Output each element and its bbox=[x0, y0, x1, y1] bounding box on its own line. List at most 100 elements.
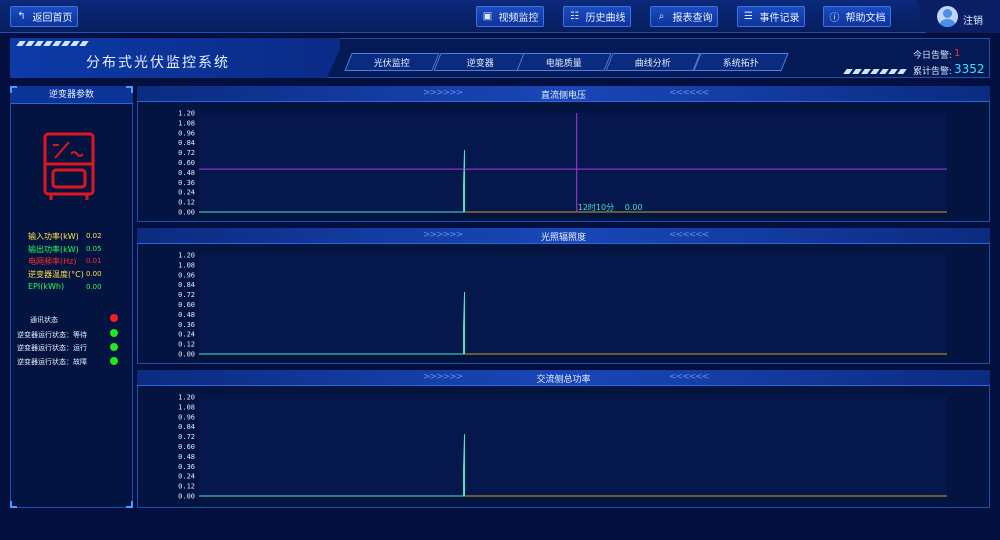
video-icon: ▣ bbox=[482, 11, 493, 22]
output-power-label: 输出功率(kW) bbox=[28, 245, 79, 254]
back-home-button[interactable]: ↰ 返回首页 bbox=[10, 6, 78, 27]
tab-power-quality[interactable]: 电能质量 bbox=[516, 53, 612, 71]
y-tick-label: 1.08 bbox=[178, 261, 195, 269]
plot-area bbox=[199, 397, 947, 496]
tab-pv-monitor[interactable]: 光伏监控 bbox=[344, 53, 440, 71]
alarm-total-label: 累计告警: bbox=[913, 67, 953, 77]
y-tick-label: 0.84 bbox=[178, 281, 195, 289]
back-arrow-icon: ↰ bbox=[17, 11, 26, 22]
inverter-param-title: 逆变器参数 bbox=[10, 86, 133, 104]
grid-frequency-label: 电网频率(Hz) bbox=[28, 257, 77, 266]
dc-voltage-chart[interactable]: 1.201.08 0.96 0.84 0.72 0.60 0.48 0.36 0.24 0.12… bbox=[137, 104, 990, 219]
corner-decor bbox=[10, 86, 17, 93]
grid-frequency-value: 0.01 bbox=[86, 257, 102, 265]
system-title: 分布式光伏监控系统 bbox=[86, 55, 230, 71]
output-power-value: 0.05 bbox=[86, 245, 102, 253]
inverter-temp-label: 逆变器温度(°C) bbox=[28, 270, 84, 279]
y-tick-label: 0.24 bbox=[178, 189, 195, 197]
y-tick-label: 0.24 bbox=[178, 473, 195, 481]
tab-curve-analysis[interactable]: 曲线分析 bbox=[605, 53, 701, 71]
run-status-fault-label: 逆变器运行状态：故障 bbox=[17, 358, 87, 366]
y-tick-label: 0.96 bbox=[178, 129, 195, 137]
y-tick-label: 0.48 bbox=[178, 311, 195, 319]
help-doc-button[interactable]: ⓘ 帮助文档 bbox=[823, 6, 891, 27]
plot-area bbox=[199, 113, 947, 212]
irradiance-chart[interactable]: 1.201.08 0.96 0.84 0.72 0.60 0.48 0.36 0.24 0.12… bbox=[137, 246, 990, 361]
y-tick-label: 0.36 bbox=[178, 463, 195, 471]
comm-status-indicator bbox=[110, 314, 118, 322]
search-icon: ⌕ bbox=[658, 11, 665, 22]
y-tick-label: 0.84 bbox=[178, 139, 195, 147]
y-tick-label: 0.72 bbox=[178, 149, 195, 157]
y-tick-label: 0.00 bbox=[178, 493, 195, 501]
y-tick-label: 0.84 bbox=[178, 423, 195, 431]
y-tick-label: 0.36 bbox=[178, 321, 195, 329]
y-tick-label: 0.60 bbox=[178, 301, 195, 309]
y-tick-label: 0.60 bbox=[178, 159, 195, 167]
event-log-button[interactable]: ☰ 事件记录 bbox=[737, 6, 805, 27]
y-tick-label: 0.12 bbox=[178, 341, 195, 349]
irradiance-header: >>>>>> 光照辐照度 <<<<<< bbox=[137, 228, 990, 244]
ac-power-chart[interactable]: 1.201.08 0.96 0.84 0.72 0.60 0.48 0.36 0.24 0.12… bbox=[137, 388, 990, 503]
logout-link[interactable]: 注销 bbox=[963, 12, 983, 27]
left-arrows-icon: <<<<<< bbox=[669, 88, 709, 98]
y-tick-label: 0.96 bbox=[178, 271, 195, 279]
tab-inverter[interactable]: 逆变器 bbox=[433, 53, 529, 71]
y-tick-label: 1.20 bbox=[178, 110, 195, 118]
alarm-total-value: 3352 bbox=[954, 62, 985, 76]
ac-power-title: 交流侧总功率 bbox=[536, 375, 591, 385]
avatar[interactable] bbox=[937, 6, 958, 27]
history-curve-button[interactable]: ☷ 历史曲线 bbox=[563, 6, 631, 27]
left-arrows-icon: <<<<<< bbox=[669, 372, 709, 382]
tab-system-topology[interactable]: 系统拓扑 bbox=[693, 53, 789, 71]
y-tick-label: 0.00 bbox=[178, 209, 195, 217]
chart-icon: ☷ bbox=[570, 11, 579, 22]
alarm-today-label: 今日告警: bbox=[913, 51, 953, 61]
y-tick-label: 0.48 bbox=[178, 169, 195, 177]
y-tick-label: 1.20 bbox=[178, 394, 195, 402]
decor-stripes-right bbox=[843, 69, 907, 74]
comm-status-label: 通讯状态 bbox=[30, 316, 58, 324]
dc-voltage-header: >>>>>> 直流侧电压 <<<<<< bbox=[137, 86, 990, 102]
run-status-fault-indicator bbox=[110, 357, 118, 365]
corner-decor bbox=[126, 501, 133, 508]
cursor-value-label: 0.00 bbox=[625, 203, 643, 212]
run-status-run-indicator bbox=[110, 343, 118, 351]
alarm-today-value: 1 bbox=[954, 48, 961, 59]
inverter-temp-value: 0.00 bbox=[86, 270, 102, 278]
left-arrows-icon: <<<<<< bbox=[669, 230, 709, 240]
epi-label: EPI(kWh) bbox=[28, 282, 65, 291]
y-tick-label: 1.20 bbox=[178, 252, 195, 260]
y-tick-label: 0.12 bbox=[178, 483, 195, 491]
input-power-value: 0.02 bbox=[86, 232, 102, 240]
corner-decor bbox=[126, 86, 133, 93]
document-icon: ☰ bbox=[744, 11, 753, 22]
y-tick-label: 0.48 bbox=[178, 453, 195, 461]
corner-decor bbox=[10, 501, 17, 508]
run-status-wait-indicator bbox=[110, 329, 118, 337]
report-query-button[interactable]: ⌕ 报表查询 bbox=[650, 6, 718, 27]
irradiance-title: 光照辐照度 bbox=[540, 233, 586, 243]
cursor-time-label: 12时10分 bbox=[578, 202, 614, 212]
y-tick-label: 0.96 bbox=[178, 413, 195, 421]
y-tick-label: 0.60 bbox=[178, 443, 195, 451]
help-icon: ⓘ bbox=[829, 13, 840, 24]
ac-power-header: >>>>>> 交流侧总功率 <<<<<< bbox=[137, 370, 990, 386]
input-power-label: 输入功率(kW) bbox=[28, 232, 79, 241]
y-tick-label: 0.36 bbox=[178, 179, 195, 187]
inverter-icon bbox=[43, 132, 95, 200]
run-status-wait-label: 逆变器运行状态：等待 bbox=[17, 331, 87, 339]
plot-area bbox=[199, 255, 947, 354]
decor-stripes bbox=[16, 41, 89, 46]
run-status-run-label: 逆变器运行状态：运行 bbox=[17, 344, 87, 352]
y-tick-label: 0.24 bbox=[178, 331, 195, 339]
y-tick-label: 0.72 bbox=[178, 433, 195, 441]
y-tick-label: 1.08 bbox=[178, 119, 195, 127]
y-tick-label: 1.08 bbox=[178, 403, 195, 411]
video-monitor-button[interactable]: ▣ 视频监控 bbox=[476, 6, 544, 27]
epi-value: 0.00 bbox=[86, 283, 102, 291]
y-tick-label: 0.00 bbox=[178, 351, 195, 359]
dc-voltage-title: 直流侧电压 bbox=[540, 91, 586, 101]
y-tick-label: 0.12 bbox=[178, 199, 195, 207]
y-tick-label: 0.72 bbox=[178, 291, 195, 299]
